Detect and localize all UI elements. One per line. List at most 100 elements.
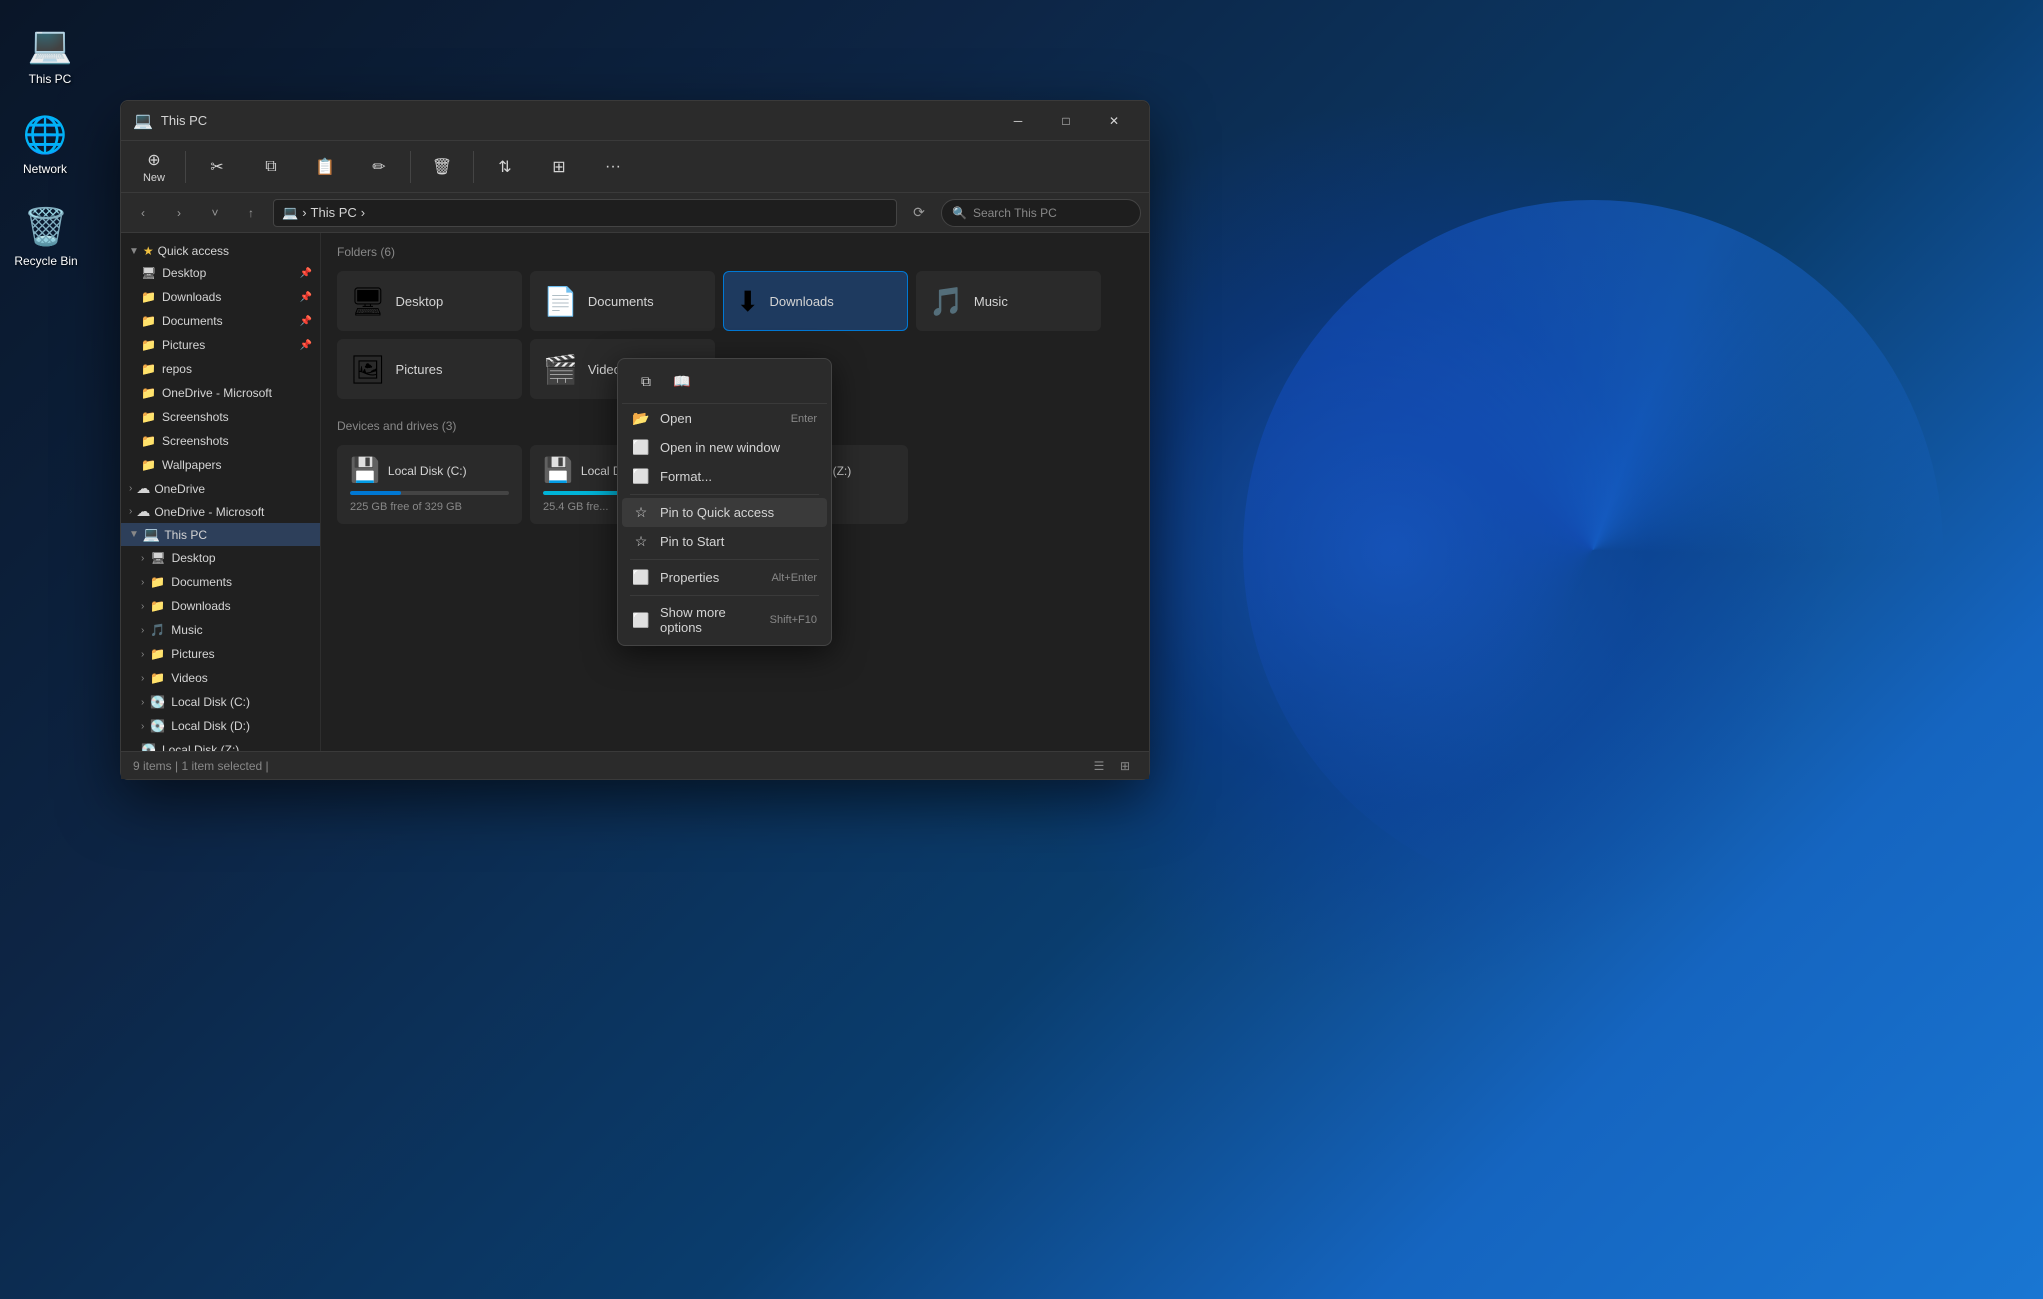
new-icon: ⊕ bbox=[147, 150, 160, 170]
cm-separator-2 bbox=[630, 559, 819, 560]
thispc-pictures-label: Pictures bbox=[171, 647, 214, 661]
paste-button[interactable]: 📋 bbox=[300, 145, 350, 189]
up-button[interactable]: ↑ bbox=[237, 199, 265, 227]
documents-folder-icon: 📁 bbox=[141, 314, 156, 328]
folder-downloads-icon: ⬇ bbox=[736, 285, 759, 318]
sidebar-item-desktop[interactable]: 🖥 Desktop 📌 bbox=[121, 261, 320, 285]
cm-copy-button[interactable]: ⧉ bbox=[630, 367, 662, 395]
folder-pictures-icon: 🖼 bbox=[350, 353, 386, 386]
thispc-pictures-icon: 📁 bbox=[150, 647, 165, 661]
paste-icon: 📋 bbox=[315, 157, 335, 177]
quick-access-star-icon: ★ bbox=[143, 244, 154, 258]
cut-button[interactable]: ✂ bbox=[192, 145, 242, 189]
close-button[interactable]: ✕ bbox=[1091, 105, 1137, 137]
sidebar-item-wallpapers[interactable]: 📁 Wallpapers bbox=[121, 453, 320, 477]
sidebar-item-documents[interactable]: 📁 Documents 📌 bbox=[121, 309, 320, 333]
minimize-button[interactable]: ─ bbox=[995, 105, 1041, 137]
search-box[interactable]: 🔍 Search This PC bbox=[941, 199, 1141, 227]
sidebar-thispc-d[interactable]: › 💽 Local Disk (D:) bbox=[121, 714, 320, 738]
sidebar-item-onedrive-ms[interactable]: 📁 OneDrive - Microsoft bbox=[121, 381, 320, 405]
cm-pin-start[interactable]: ☆ Pin to Start bbox=[622, 527, 827, 556]
cm-separator-1 bbox=[630, 494, 819, 495]
forward-button[interactable]: › bbox=[165, 199, 193, 227]
sidebar-thispc-z[interactable]: 💽 Local Disk (Z:) bbox=[121, 738, 320, 751]
address-path[interactable]: 💻 › This PC › bbox=[273, 199, 897, 227]
sidebar-item-pictures[interactable]: 📁 Pictures 📌 bbox=[121, 333, 320, 357]
folder-tile-pictures[interactable]: 🖼 Pictures bbox=[337, 339, 522, 399]
sidebar-thispc-downloads[interactable]: › 📁 Downloads bbox=[121, 594, 320, 618]
network-label: Network bbox=[23, 162, 67, 176]
sidebar-thispc-c[interactable]: › 💽 Local Disk (C:) bbox=[121, 690, 320, 714]
sidebar-item-screenshots-1[interactable]: 📁 Screenshots bbox=[121, 405, 320, 429]
cm-format[interactable]: ⬜ Format... bbox=[622, 462, 827, 491]
list-view-button[interactable]: ☰ bbox=[1087, 755, 1111, 777]
copy-button[interactable]: ⧉ bbox=[246, 145, 296, 189]
thispc-doc-expand-icon: › bbox=[141, 577, 144, 588]
thispc-downloads-label: Downloads bbox=[171, 599, 230, 613]
maximize-button[interactable]: □ bbox=[1043, 105, 1089, 137]
onedrive-microsoft-icon: ☁ bbox=[136, 503, 150, 520]
cm-pin-quick-access[interactable]: ☆ Pin to Quick access bbox=[622, 498, 827, 527]
sidebar-quick-access-header[interactable]: ▼ ★ Quick access bbox=[121, 241, 320, 261]
pin-icon-desktop: 📌 bbox=[300, 268, 312, 279]
status-view-buttons: ☰ ⊞ bbox=[1087, 755, 1137, 777]
network-icon: 🌐 bbox=[22, 112, 68, 158]
sidebar-thispc-documents[interactable]: › 📁 Documents bbox=[121, 570, 320, 594]
sidebar-thispc-pictures[interactable]: › 📁 Pictures bbox=[121, 642, 320, 666]
toolbar: ⊕ New ✂ ⧉ 📋 ✏ 🗑 ⇅ ⊞ ··· bbox=[121, 141, 1149, 193]
sidebar-downloads-label: Downloads bbox=[162, 290, 221, 304]
sidebar-onedrive-microsoft-header[interactable]: › ☁ OneDrive - Microsoft bbox=[121, 500, 320, 523]
sidebar-item-repos[interactable]: 📁 repos bbox=[121, 357, 320, 381]
quick-access-expand-icon: ▼ bbox=[129, 246, 139, 257]
refresh-button[interactable]: ⟳ bbox=[905, 199, 933, 227]
cm-properties[interactable]: ⬜ Properties Alt+Enter bbox=[622, 563, 827, 592]
delete-button[interactable]: 🗑 bbox=[417, 145, 467, 189]
sidebar-thispc-header[interactable]: ▼ 💻 This PC bbox=[121, 523, 320, 546]
sidebar-item-downloads[interactable]: 📁 Downloads 📌 bbox=[121, 285, 320, 309]
onedrive-expand-icon: › bbox=[129, 483, 132, 494]
sidebar-repos-label: repos bbox=[162, 362, 192, 376]
desktop-icon-this-pc[interactable]: 💻 This PC bbox=[10, 18, 90, 90]
drive-d-icon: 💾 bbox=[543, 456, 573, 485]
thispc-d-icon: 💽 bbox=[150, 719, 165, 733]
thispc-c-label: Local Disk (C:) bbox=[171, 695, 250, 709]
folder-tile-music[interactable]: 🎵 Music bbox=[916, 271, 1101, 331]
new-button[interactable]: ⊕ New bbox=[129, 145, 179, 189]
drive-c-name: Local Disk (C:) bbox=[388, 464, 467, 478]
folder-tile-downloads[interactable]: ⬇ Downloads bbox=[723, 271, 908, 331]
sidebar-onedrive-header[interactable]: › ☁ OneDrive bbox=[121, 477, 320, 500]
view-button[interactable]: ⊞ bbox=[534, 145, 584, 189]
sidebar-thispc-desktop[interactable]: › 🖥 Desktop bbox=[121, 546, 320, 570]
more-button[interactable]: ··· bbox=[588, 145, 638, 189]
recent-button[interactable]: ˅ bbox=[201, 199, 229, 227]
thispc-vid-expand-icon: › bbox=[141, 673, 144, 684]
wallpapers-folder-icon: 📁 bbox=[141, 458, 156, 472]
desktop-icon-network[interactable]: 🌐 Network bbox=[5, 108, 85, 180]
sidebar-thispc-videos[interactable]: › 📁 Videos bbox=[121, 666, 320, 690]
sidebar-screenshots2-label: Screenshots bbox=[162, 434, 229, 448]
cm-share-button[interactable]: 📖 bbox=[666, 367, 698, 395]
cm-separator-3 bbox=[630, 595, 819, 596]
folder-tile-documents[interactable]: 📄 Documents bbox=[530, 271, 715, 331]
cm-open[interactable]: 📂 Open Enter bbox=[622, 404, 827, 433]
folder-tile-desktop[interactable]: 🖥 Desktop bbox=[337, 271, 522, 331]
cm-show-more-shortcut: Shift+F10 bbox=[770, 614, 817, 626]
sort-button[interactable]: ⇅ bbox=[480, 145, 530, 189]
grid-view-button[interactable]: ⊞ bbox=[1113, 755, 1137, 777]
drive-tile-c[interactable]: 💾 Local Disk (C:) 225 GB free of 329 GB bbox=[337, 445, 522, 524]
path-text: This PC bbox=[311, 205, 357, 220]
cm-pin-start-icon: ☆ bbox=[632, 533, 650, 550]
sidebar-thispc-music[interactable]: › 🎵 Music bbox=[121, 618, 320, 642]
drive-c-top: 💾 Local Disk (C:) bbox=[350, 456, 509, 485]
cm-properties-shortcut: Alt+Enter bbox=[771, 572, 817, 584]
back-button[interactable]: ‹ bbox=[129, 199, 157, 227]
cm-open-new-window[interactable]: ⬜ Open in new window bbox=[622, 433, 827, 462]
folder-music-name: Music bbox=[974, 294, 1008, 309]
onedrive-cloud-icon: ☁ bbox=[136, 480, 150, 497]
sidebar-item-screenshots-2[interactable]: 📁 Screenshots bbox=[121, 429, 320, 453]
rename-button[interactable]: ✏ bbox=[354, 145, 404, 189]
cm-open-label: Open bbox=[660, 411, 781, 426]
desktop-icon-recycle-bin[interactable]: 🗑️ Recycle Bin bbox=[6, 200, 86, 272]
cm-show-more[interactable]: ⬜ Show more options Shift+F10 bbox=[622, 599, 827, 641]
thispc-expand-icon: › bbox=[141, 553, 144, 564]
